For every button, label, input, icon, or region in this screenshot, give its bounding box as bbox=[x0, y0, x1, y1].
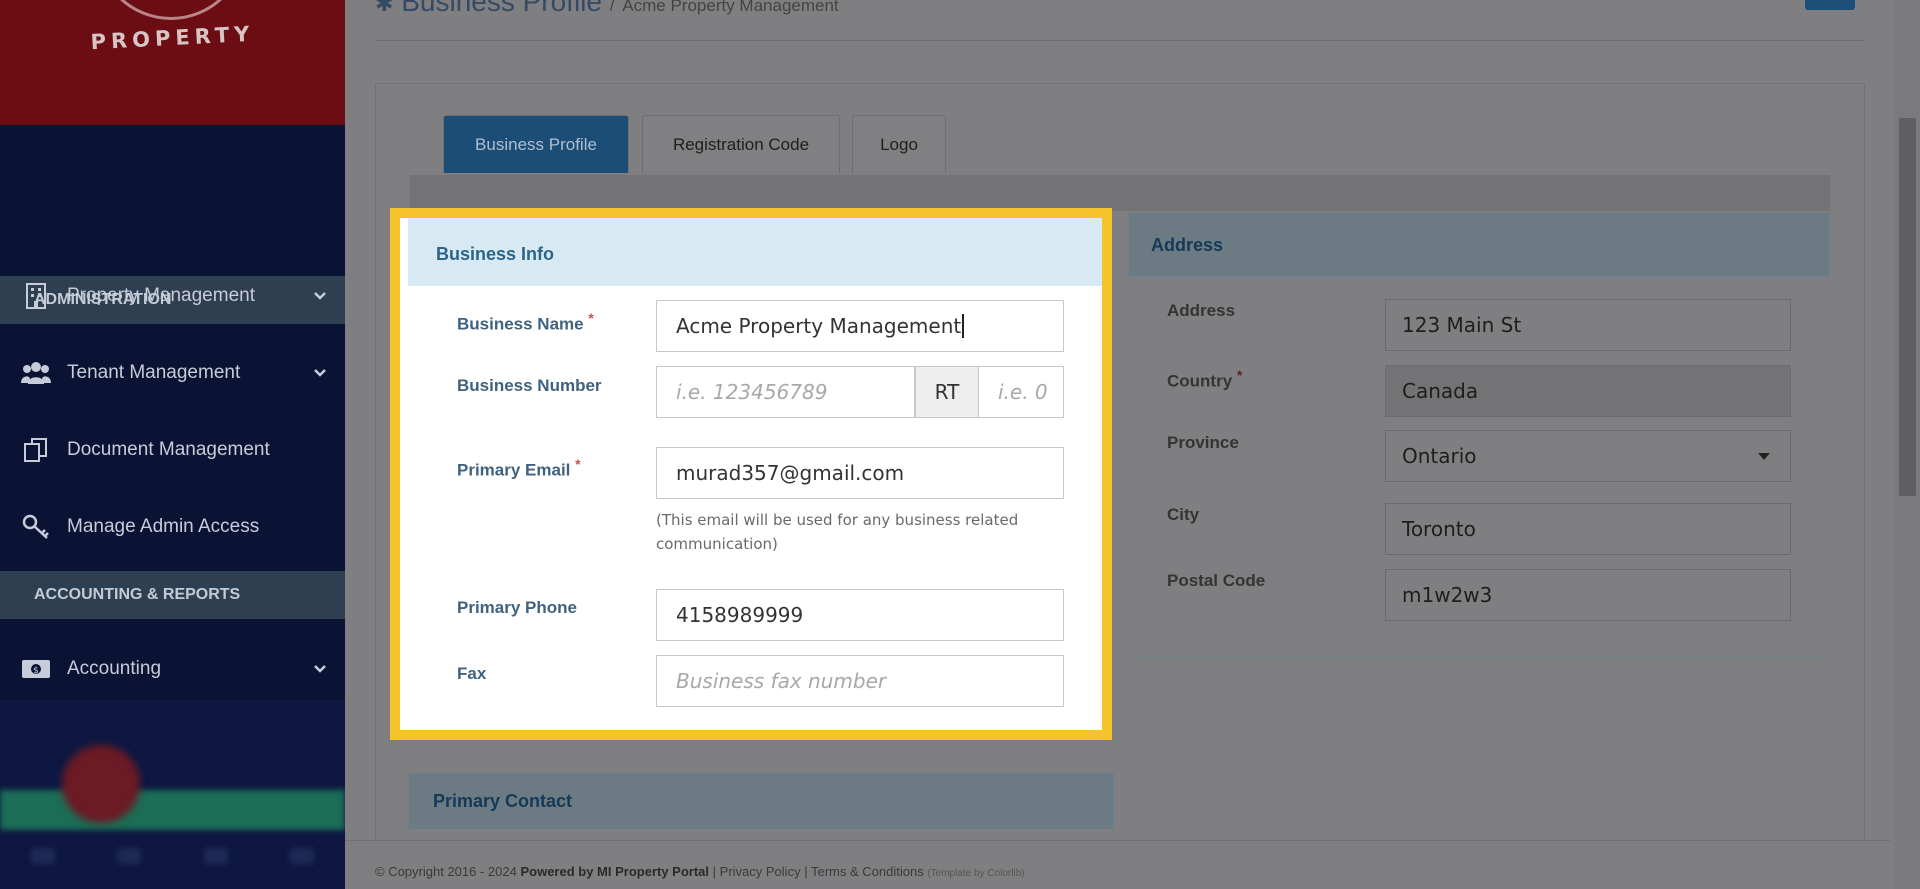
address-label: Address bbox=[1167, 301, 1236, 320]
powered-by-link[interactable]: Powered by MI Property Portal bbox=[520, 864, 709, 879]
blurred-status-bar bbox=[0, 790, 345, 830]
breadcrumb-business-name: Acme Property Management bbox=[622, 0, 839, 15]
rt-number-input[interactable]: i.e. 0 bbox=[978, 366, 1064, 418]
tab-registration-code[interactable]: Registration Code bbox=[642, 115, 840, 173]
business-name-label: Business Name * bbox=[457, 310, 594, 334]
users-icon bbox=[20, 360, 52, 386]
rt-addon: RT bbox=[915, 366, 979, 418]
fax-input[interactable]: Business fax number bbox=[656, 655, 1064, 707]
blurred-toolbar bbox=[0, 848, 345, 878]
logo-ring-icon bbox=[96, 0, 246, 20]
province-select[interactable]: Ontario bbox=[1385, 430, 1791, 482]
email-help-text: (This email will be used for any busines… bbox=[656, 511, 1019, 553]
country-label: Country * bbox=[1167, 367, 1243, 391]
scrollbar[interactable] bbox=[1895, 0, 1920, 889]
sidebar-item-property-management[interactable]: Property Management bbox=[0, 266, 345, 326]
city-label: City bbox=[1167, 505, 1200, 524]
primary-phone-input[interactable]: 4158989999 bbox=[656, 589, 1064, 641]
building-icon bbox=[20, 283, 52, 309]
primary-email-label: Primary Email * bbox=[457, 456, 581, 480]
scrollbar-thumb[interactable] bbox=[1899, 118, 1916, 496]
logo-text: PROPERTY bbox=[90, 21, 255, 55]
sidebar-item-label: Document Management bbox=[67, 439, 270, 460]
postal-code-input[interactable]: m1w2w3 bbox=[1385, 569, 1791, 621]
terms-link[interactable]: Terms & Conditions bbox=[811, 864, 924, 879]
tab-logo[interactable]: Logo bbox=[852, 115, 946, 173]
breadcrumb-separator: / bbox=[609, 0, 615, 15]
fax-label: Fax bbox=[457, 664, 487, 683]
business-number-input[interactable]: i.e. 123456789 bbox=[656, 366, 915, 418]
province-label: Province bbox=[1167, 433, 1239, 452]
chevron-down-icon bbox=[295, 289, 345, 304]
business-info-card: Business Info Business Name * Acme Prope… bbox=[390, 208, 1112, 740]
sidebar-item-accounting[interactable]: $ Accounting bbox=[0, 639, 345, 699]
sidebar-item-document-management[interactable]: Document Management bbox=[0, 420, 345, 480]
city-input[interactable]: Toronto bbox=[1385, 503, 1791, 555]
section-accounting-reports: ACCOUNTING & REPORTS bbox=[0, 571, 345, 619]
address-input[interactable]: 123 Main St bbox=[1385, 299, 1791, 351]
template-credit: (Template by Colorlib) bbox=[927, 868, 1025, 879]
country-input: Canada bbox=[1385, 365, 1791, 417]
postal-code-label: Postal Code bbox=[1167, 571, 1266, 590]
sidebar-item-label: Property Management bbox=[67, 285, 255, 306]
page-title: ✱ Business Profile / Acme Property Manag… bbox=[375, 0, 839, 18]
key-icon bbox=[20, 514, 52, 540]
header-action-button[interactable] bbox=[1805, 0, 1855, 10]
gear-icon: ✱ bbox=[375, 0, 394, 16]
sidebar-item-manage-admin-access[interactable]: Manage Admin Access bbox=[0, 497, 345, 557]
address-card: Address Address 123 Main St Country * Ca… bbox=[1128, 212, 1830, 658]
title-divider bbox=[375, 40, 1865, 41]
footer-text: © Copyright 2016 - 2024 Powered by MI Pr… bbox=[375, 864, 1025, 879]
sidebar-item-label: Accounting bbox=[67, 658, 162, 679]
tab-business-profile[interactable]: Business Profile bbox=[443, 115, 629, 173]
business-info-heading: Business Info bbox=[400, 218, 1102, 286]
business-number-label: Business Number bbox=[457, 376, 602, 395]
chevron-down-icon bbox=[295, 366, 345, 381]
chevron-down-icon bbox=[295, 662, 345, 677]
primary-contact-heading: Primary Contact bbox=[409, 773, 1113, 829]
money-icon: $ bbox=[20, 656, 52, 682]
chevron-down-icon bbox=[1758, 453, 1770, 460]
primary-email-input[interactable]: murad357@gmail.com bbox=[656, 447, 1064, 499]
logo[interactable]: PROPERTY bbox=[0, 0, 345, 125]
primary-phone-label: Primary Phone bbox=[457, 598, 577, 617]
sidebar-item-label: Tenant Management bbox=[67, 362, 241, 383]
tabs-bar bbox=[410, 175, 1830, 211]
page-title-text: Business Profile bbox=[401, 0, 602, 17]
sidebar: PROPERTY ADMINISTRATION Property Managem… bbox=[0, 0, 345, 889]
svg-text:$: $ bbox=[33, 666, 39, 676]
avatar[interactable] bbox=[62, 745, 140, 823]
documents-icon bbox=[20, 437, 52, 463]
address-heading: Address bbox=[1129, 213, 1829, 277]
sidebar-item-label: Manage Admin Access bbox=[67, 516, 260, 537]
footer: © Copyright 2016 - 2024 Powered by MI Pr… bbox=[345, 840, 1890, 889]
privacy-policy-link[interactable]: Privacy Policy bbox=[720, 864, 801, 879]
sidebar-item-tenant-management[interactable]: Tenant Management bbox=[0, 343, 345, 403]
business-name-input[interactable]: Acme Property Management bbox=[656, 300, 1064, 352]
